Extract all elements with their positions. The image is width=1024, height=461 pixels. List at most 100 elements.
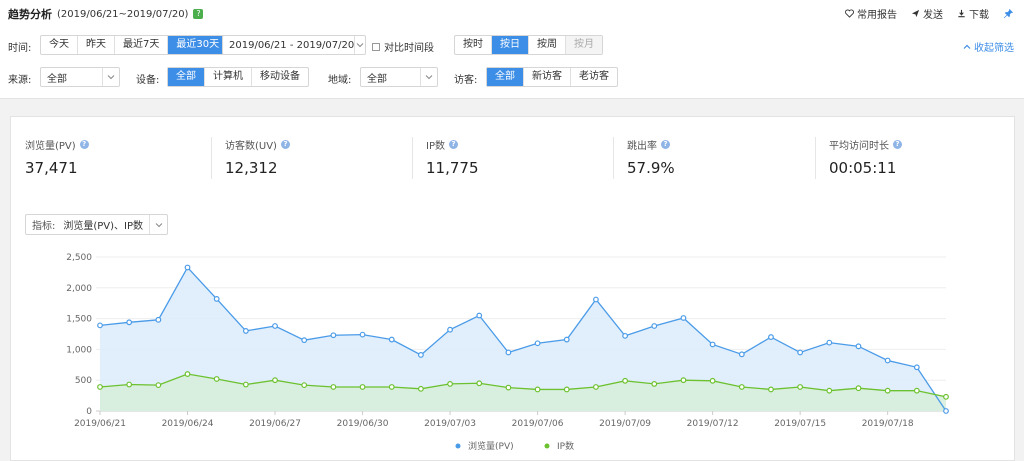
help-badge[interactable]: ? [193,9,204,19]
date-range-picker[interactable]: 2019/06/21 - 2019/07/20 [222,35,366,55]
data-point [359,331,366,338]
data-point [738,351,745,358]
filter-panel: 趋势分析 (2019/06/21~2019/07/20) ? 常用报告 发送 下… [0,0,1024,99]
granularity-selector: 按时 按日 按周 按月 [454,35,603,55]
title-date-range: (2019/06/21~2019/07/20) [57,8,189,20]
send-button[interactable]: 发送 [911,6,943,21]
data-point [797,384,804,390]
data-point [563,386,570,393]
header-actions: 常用报告 发送 下载 [845,6,1014,21]
data-point [213,295,220,302]
data-point [593,384,599,390]
data-point [97,384,103,390]
visitor-option-all[interactable]: 全部 [487,68,524,86]
granularity-day[interactable]: 按日 [492,36,529,54]
download-label: 下载 [969,10,989,21]
data-point [651,380,658,387]
data-point [184,371,191,377]
data-point [563,336,570,343]
report-button[interactable]: 常用报告 [845,6,897,21]
granularity-month[interactable]: 按月 [566,36,602,54]
data-point [213,376,220,382]
visitor-option-returning[interactable]: 老访客 [571,68,617,86]
data-point [301,337,308,344]
granularity-week[interactable]: 按周 [529,36,566,54]
y-tick-label: 1,500 [66,315,92,325]
collapse-filters-button[interactable]: 收起筛选 [963,39,1014,54]
data-point [126,381,133,388]
data-point [651,323,658,329]
time-option-yesterday[interactable]: 昨天 [78,36,115,54]
y-tick-label: 1,000 [66,345,92,355]
date-range-value: 2019/06/21 - 2019/07/20 [229,39,355,51]
granularity-hour[interactable]: 按时 [455,36,492,54]
data-point [855,385,862,392]
region-label: 地域: [328,75,352,86]
time-option-today[interactable]: 今天 [41,36,78,54]
y-tick-label: 2,500 [66,253,92,263]
visitor-selector: 全部 新访客 老访客 [486,67,618,87]
download-button[interactable]: 下载 [957,6,989,21]
report-label: 常用报告 [857,10,897,21]
data-point [447,380,453,387]
source-select[interactable]: 全部 [40,67,120,87]
data-point [797,349,804,356]
page-title: 趋势分析 [8,8,52,21]
trend-chart: 0 500 1,000 1,500 2,000 2,500 2019/06/21 2019/0… [66,253,949,452]
x-tick-label: 2019/07/09 [599,419,651,429]
data-point [768,334,774,340]
legend-marker [544,443,550,449]
device-option-all[interactable]: 全部 [168,68,205,86]
data-point [272,323,278,329]
data-point [417,385,424,392]
device-label: 设备: [136,75,160,86]
compare-checkbox[interactable] [372,42,380,51]
data-point [593,296,599,303]
data-point [826,339,833,346]
data-point [359,384,366,390]
data-point [447,326,453,333]
chevron-down-icon [354,36,365,54]
data-point [272,377,278,384]
data-point [826,387,833,394]
x-tick-label: 2019/07/12 [687,419,739,429]
x-tick-label: 2019/06/27 [249,419,301,429]
y-tick-label: 500 [75,376,92,386]
pin-button[interactable] [1003,8,1014,19]
x-tick-label: 2019/06/30 [337,419,389,429]
data-point [709,377,716,384]
source-label: 来源: [8,75,32,86]
data-point [417,352,424,358]
data-point [534,386,541,393]
y-tick-label: 0 [86,407,92,417]
data-point [622,377,629,384]
data-point [943,408,949,414]
data-point [913,364,920,371]
chevron-down-icon [420,68,437,86]
device-option-mobile[interactable]: 移动设备 [252,68,308,86]
data-point [476,312,483,319]
data-point [155,316,162,323]
visitor-option-new[interactable]: 新访客 [524,68,571,86]
compare-toggle[interactable]: 对比时间段 [372,39,434,54]
x-tick-label: 2019/07/06 [512,419,564,429]
data-point [884,387,891,394]
send-icon [911,9,920,18]
data-point [330,384,337,390]
data-point [242,381,249,388]
visitor-label: 访客: [454,75,478,86]
data-point [330,332,337,339]
pin-icon [1003,8,1014,19]
chevron-up-icon [963,44,971,49]
time-option-30days[interactable]: 最近30天 [168,36,228,54]
device-selector: 全部 计算机 移动设备 [167,67,309,87]
y-tick-label: 2,000 [66,284,92,294]
time-range-selector: 今天 昨天 最近7天 最近30天 [40,35,229,55]
device-option-computer[interactable]: 计算机 [205,68,252,86]
x-tick-label: 2019/07/03 [424,419,476,429]
data-point [242,328,249,334]
time-option-7days[interactable]: 最近7天 [115,36,169,54]
region-select[interactable]: 全部 [360,67,438,87]
data-point [126,319,133,326]
legend-label: 浏览量(PV) [468,440,514,452]
